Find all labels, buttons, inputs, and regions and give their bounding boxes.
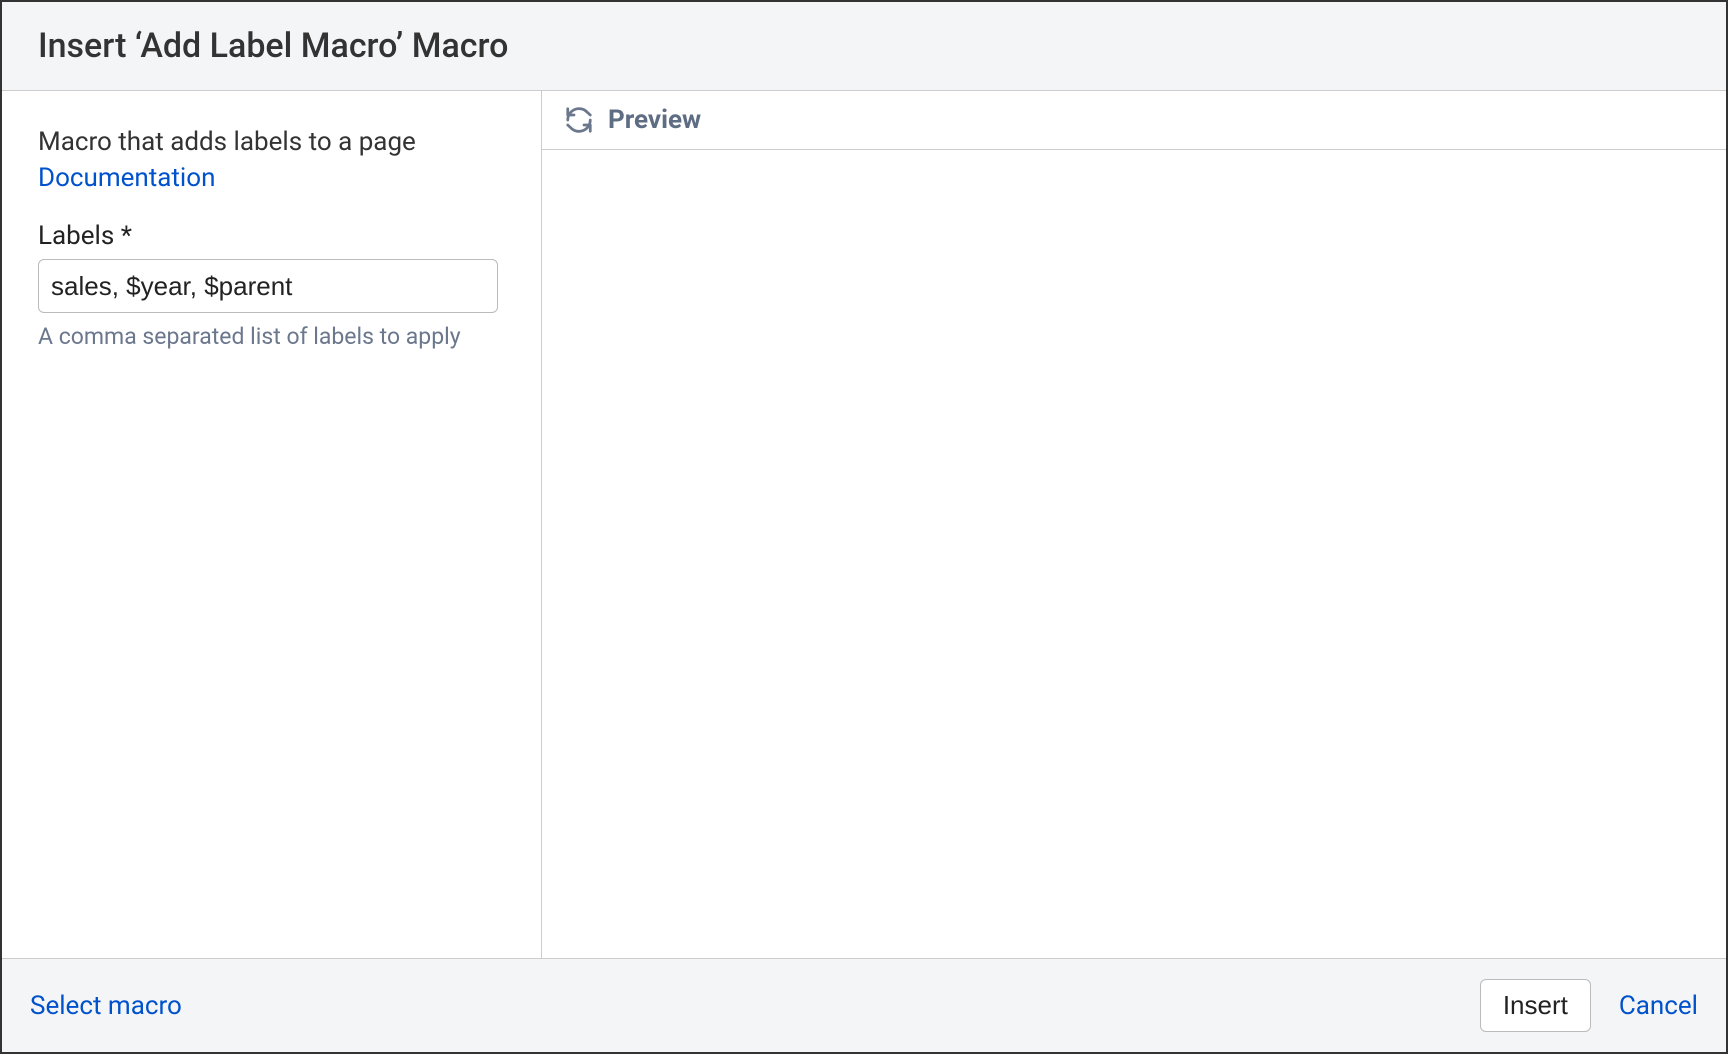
preview-title: Preview xyxy=(608,105,701,135)
refresh-icon[interactable] xyxy=(564,105,594,135)
macro-insert-dialog: Insert ‘Add Label Macro’ Macro Macro tha… xyxy=(0,0,1728,1054)
dialog-title: Insert ‘Add Label Macro’ Macro xyxy=(38,26,1690,66)
config-panel: Macro that adds labels to a page Documen… xyxy=(2,91,542,958)
dialog-body: Macro that adds labels to a page Documen… xyxy=(2,91,1726,958)
dialog-header: Insert ‘Add Label Macro’ Macro xyxy=(2,2,1726,91)
select-macro-link[interactable]: Select macro xyxy=(30,991,182,1021)
macro-description: Macro that adds labels to a page xyxy=(38,127,505,157)
preview-body xyxy=(542,150,1726,958)
labels-label: Labels * xyxy=(38,221,505,251)
insert-button[interactable]: Insert xyxy=(1480,979,1591,1032)
preview-panel: Preview xyxy=(542,91,1726,958)
footer-actions: Insert Cancel xyxy=(1480,979,1698,1032)
preview-header: Preview xyxy=(542,91,1726,150)
labels-help-text: A comma separated list of labels to appl… xyxy=(38,323,505,350)
cancel-link[interactable]: Cancel xyxy=(1619,991,1698,1021)
labels-input[interactable] xyxy=(38,259,498,313)
documentation-link[interactable]: Documentation xyxy=(38,163,215,193)
dialog-footer: Select macro Insert Cancel xyxy=(2,958,1726,1052)
